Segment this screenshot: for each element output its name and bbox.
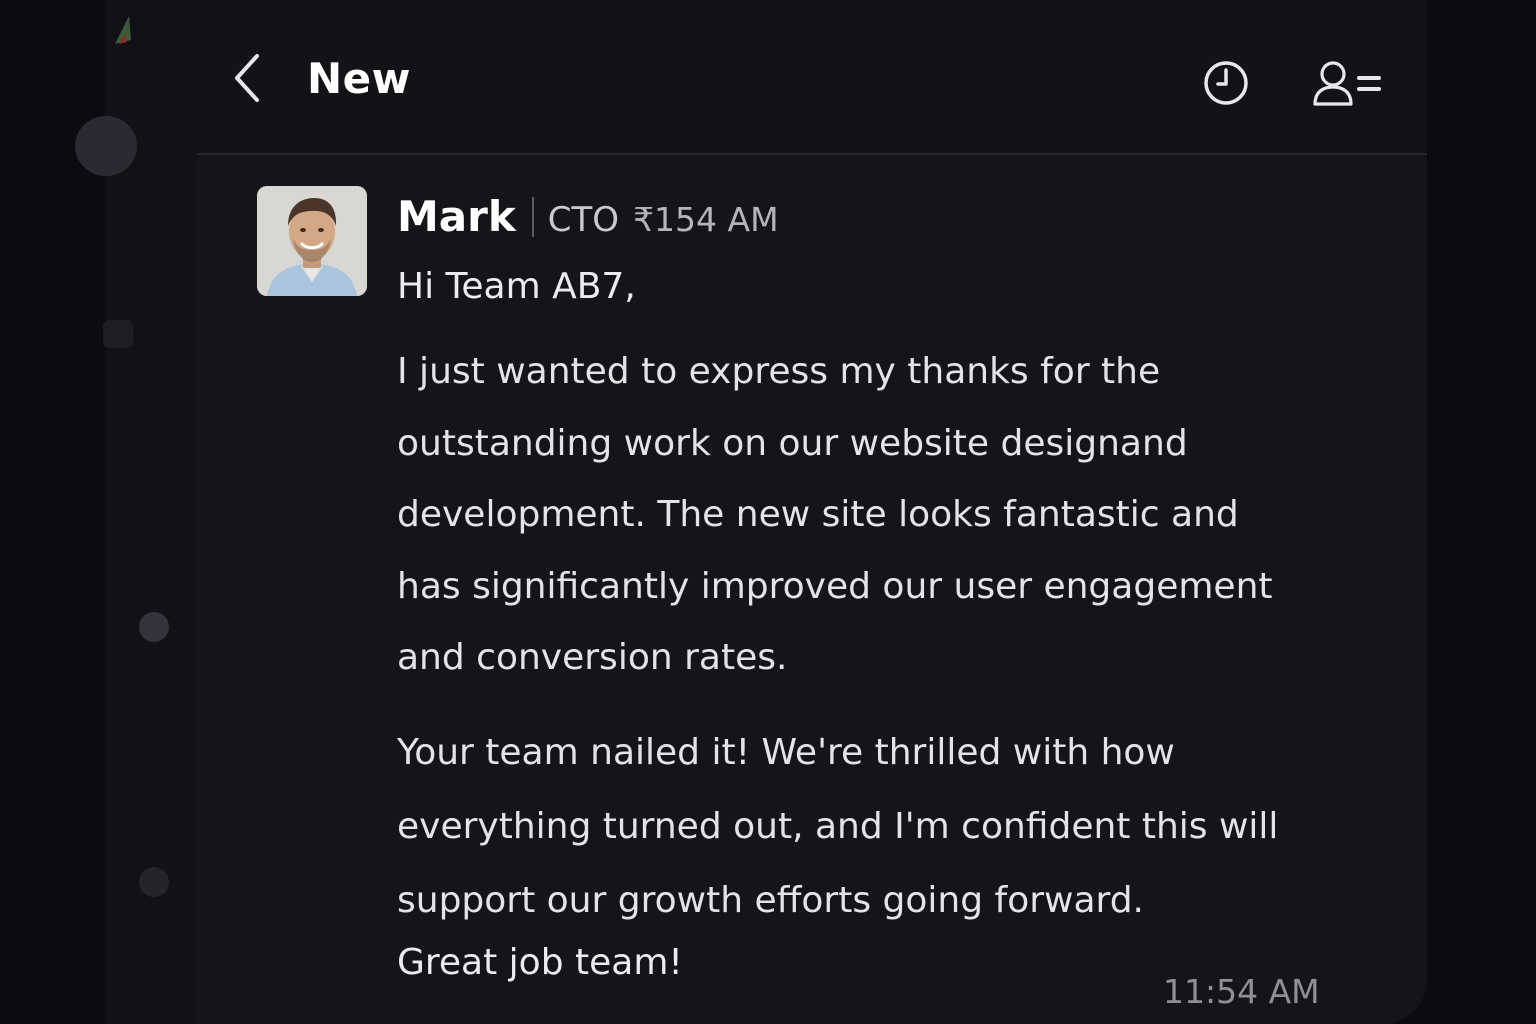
- message-closing: Great job team!: [397, 942, 683, 983]
- message-item: Mark CTO ₹154 AM Hi Team AB7, I just wan…: [257, 186, 1377, 1024]
- message-paragraph: Your team nailed it! We're thrilled with…: [397, 716, 1357, 938]
- message-line: and conversion rates.: [397, 637, 788, 678]
- workspace-avatar[interactable]: [75, 116, 137, 176]
- rail-dot[interactable]: [139, 612, 169, 642]
- app-logo-icon: [115, 16, 131, 44]
- sender-role: CTO: [547, 200, 620, 240]
- message-greeting: Hi Team AB7,: [397, 266, 636, 307]
- message-sent-time: 11:54 AM: [1163, 972, 1320, 1011]
- message-line: has significantly improved our user enga…: [397, 565, 1273, 607]
- conversation-header: New: [197, 0, 1427, 155]
- back-chevron-icon[interactable]: [227, 48, 271, 108]
- message-line: Your team nailed it! We're thrilled with…: [397, 732, 1175, 773]
- message-line: development. The new site looks fantasti…: [397, 494, 1239, 535]
- page-title: New: [307, 54, 411, 103]
- message-line: outstanding work on our website designan…: [397, 422, 1188, 464]
- message-line: everything turned out, and I'm confident…: [397, 806, 1279, 847]
- conversation-panel: New Mark CTO ₹154 AM Hi Team AB7, I just…: [197, 0, 1427, 1024]
- left-rail: [75, 0, 197, 1024]
- rail-dot[interactable]: [139, 867, 169, 897]
- message-line: support our growth efforts going forward…: [397, 880, 1144, 921]
- rail-item[interactable]: [103, 320, 133, 348]
- message-line: I just wanted to express my thanks for t…: [397, 351, 1161, 392]
- app-screen: New Mark CTO ₹154 AM Hi Team AB7, I just…: [0, 0, 1536, 1024]
- message-timestamp: ₹154 AM: [633, 200, 779, 239]
- sender-name[interactable]: Mark: [397, 192, 516, 241]
- message-header: Mark CTO ₹154 AM: [397, 192, 779, 241]
- user-list-icon[interactable]: [1307, 56, 1387, 110]
- avatar[interactable]: [257, 186, 367, 296]
- message-paragraph: I just wanted to express my thanks for t…: [397, 336, 1357, 694]
- header-divider: [531, 196, 534, 237]
- avatar-photo: [257, 186, 367, 296]
- clock-icon[interactable]: [1199, 56, 1253, 110]
